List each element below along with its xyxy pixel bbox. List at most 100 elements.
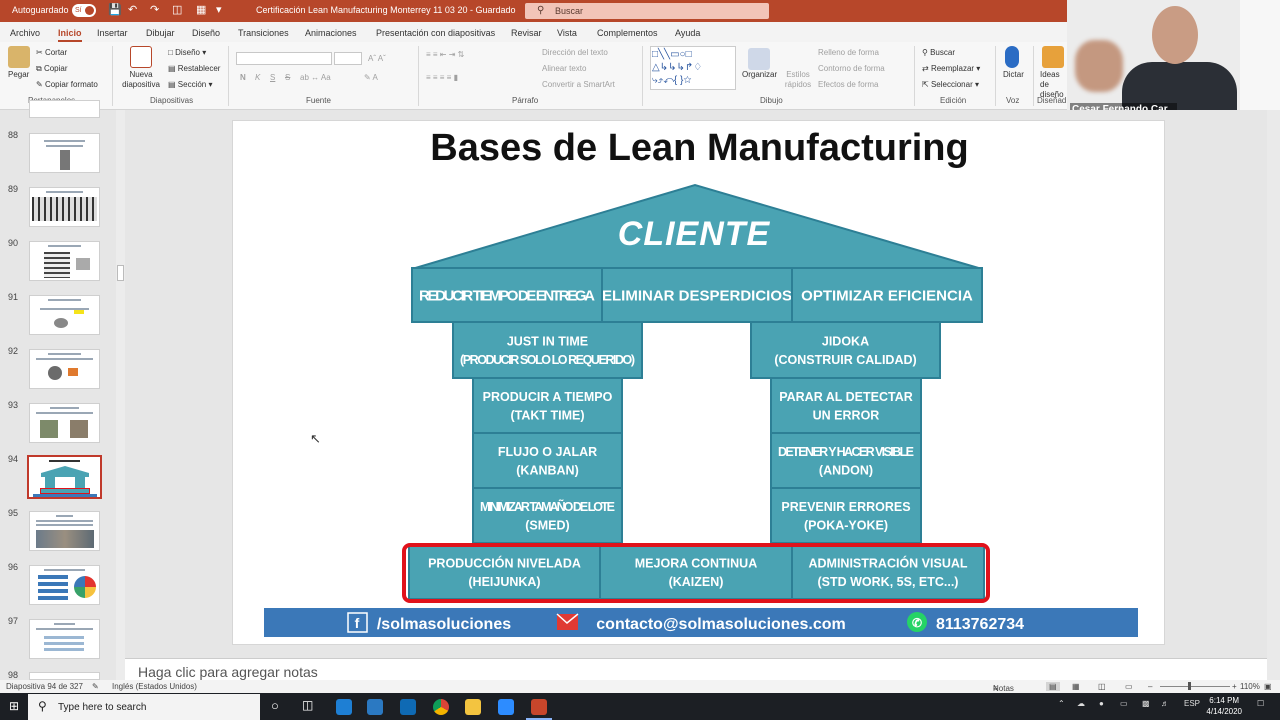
underline-button[interactable]: S	[270, 73, 275, 82]
zoom-slider-thumb[interactable]	[1188, 682, 1191, 690]
notes-pane[interactable]: Haga clic para agregar notas	[125, 658, 1267, 680]
replace-button[interactable]: ⇄ Reemplazar ▾	[922, 64, 980, 73]
windows-start-icon[interactable]: ⊞	[9, 699, 19, 713]
notifications-icon[interactable]: ☐	[1257, 699, 1264, 708]
language-indicator[interactable]: Inglés (Estados Unidos)	[112, 682, 197, 691]
onedrive-icon[interactable]: ☁	[1077, 699, 1085, 708]
format-painter-button[interactable]: ✎ Copiar formato	[36, 80, 98, 89]
autosave-toggle[interactable]: Sí	[72, 4, 96, 17]
zoom-in-button[interactable]: +	[1232, 682, 1237, 691]
slide-thumbnail[interactable]	[29, 565, 100, 605]
align-text-button[interactable]: Alinear texto	[542, 64, 586, 73]
select-button[interactable]: ⇱ Seleccionar ▾	[922, 80, 979, 89]
tab-presentacion[interactable]: Presentación con diapositivas	[376, 28, 495, 38]
slide-thumbnail[interactable]	[29, 241, 100, 281]
slide-thumbnail[interactable]	[29, 349, 100, 389]
document-title[interactable]: Certificación Lean Manufacturing Monterr…	[256, 5, 515, 15]
section-button[interactable]: ▤ Sección ▾	[168, 80, 213, 89]
scrollbar-thumb[interactable]	[117, 265, 124, 281]
font-grow-icon[interactable]: Aˆ Aˇ	[368, 54, 386, 63]
slide-thumbnail[interactable]	[29, 133, 100, 173]
find-button[interactable]: ⚲ Buscar	[922, 48, 955, 57]
zoom-out-button[interactable]: –	[1148, 682, 1152, 691]
zoom-app-icon[interactable]	[498, 699, 514, 715]
bullets-icon[interactable]: ≡ ≡ ⇤ ⇥ ⇅	[426, 50, 464, 59]
font-size-combo[interactable]	[334, 52, 362, 65]
tab-inicio[interactable]: Inicio	[58, 28, 82, 42]
slide-thumbnail[interactable]	[29, 295, 100, 335]
tab-archivo[interactable]: Archivo	[10, 28, 40, 38]
italic-button[interactable]: K	[255, 73, 260, 82]
arrange-icon[interactable]	[748, 48, 770, 70]
zoom-slider[interactable]	[1160, 686, 1230, 687]
zoom-level[interactable]: 110%	[1240, 682, 1260, 691]
chrome-icon[interactable]	[433, 699, 449, 715]
smartart-button[interactable]: Convertir a SmartArt	[542, 80, 615, 89]
slide-thumbnail[interactable]	[29, 403, 100, 443]
strikethrough-button[interactable]: S	[285, 73, 290, 82]
cortana-icon[interactable]: ○	[271, 698, 279, 713]
tab-ayuda[interactable]: Ayuda	[675, 28, 700, 38]
shape-fill-button[interactable]: Relleno de forma	[818, 48, 879, 57]
search-input[interactable]: ⚲ Buscar	[525, 3, 769, 19]
quick-access-icon[interactable]: ▦	[196, 4, 206, 17]
network-icon[interactable]: ▩	[1142, 699, 1150, 708]
highlight-icon[interactable]: ✎ A	[364, 73, 378, 82]
slideshow-view-icon[interactable]: ▭	[1125, 682, 1133, 691]
slide-thumbnail[interactable]	[29, 100, 100, 118]
current-slide[interactable]: Bases de Lean Manufacturing CLIENTE REDUC…	[232, 120, 1165, 645]
normal-view-icon[interactable]: ▤	[1046, 682, 1060, 691]
tab-transiciones[interactable]: Transiciones	[238, 28, 289, 38]
battery-icon[interactable]: ▭	[1120, 699, 1128, 708]
slide-thumbnail[interactable]	[29, 187, 100, 227]
undo-icon[interactable]: ↶	[128, 4, 137, 17]
new-slide-icon[interactable]	[130, 46, 152, 68]
slide-thumbnail[interactable]	[29, 672, 100, 680]
cut-button[interactable]: ✂ Cortar	[36, 48, 67, 57]
shape-effects-button[interactable]: Efectos de forma	[818, 80, 878, 89]
tab-vista[interactable]: Vista	[557, 28, 577, 38]
file-explorer-icon[interactable]	[465, 699, 481, 715]
thumbnail-scrollbar[interactable]	[116, 110, 125, 680]
spellcheck-icon[interactable]: ✎	[92, 682, 99, 691]
tab-diseno[interactable]: Diseño	[192, 28, 220, 38]
slide-thumbnail[interactable]	[29, 511, 100, 551]
copy-button[interactable]: ⧉ Copiar	[36, 64, 68, 74]
tab-dibujar[interactable]: Dibujar	[146, 28, 175, 38]
redo-icon[interactable]: ↷	[150, 4, 159, 17]
bold-button[interactable]: N	[240, 73, 246, 82]
reset-button[interactable]: ▤ Restablecer	[168, 64, 220, 73]
slide-sorter-icon[interactable]: ▦	[1072, 682, 1080, 691]
tray-chevron-icon[interactable]: ⌃	[1058, 699, 1065, 708]
dictate-button[interactable]: Dictar	[1003, 70, 1024, 79]
slide-thumbnail-selected[interactable]	[27, 455, 102, 499]
powerpoint-icon[interactable]	[531, 699, 547, 715]
save-icon[interactable]: 💾	[108, 4, 122, 17]
mail-icon[interactable]	[367, 699, 383, 715]
microphone-icon[interactable]	[1005, 46, 1019, 68]
fit-slide-icon[interactable]: ▣	[1264, 682, 1272, 691]
volume-icon[interactable]: ♬	[1161, 699, 1169, 708]
customize-toolbar-icon[interactable]: ▾	[216, 4, 222, 17]
new-slide-button[interactable]: Nueva diapositiva	[118, 70, 164, 90]
tab-animaciones[interactable]: Animaciones	[305, 28, 357, 38]
task-view-icon[interactable]: ◫	[302, 698, 313, 712]
taskbar-search-input[interactable]: ⚲ Type here to search	[28, 694, 260, 720]
design-ideas-icon[interactable]	[1042, 46, 1064, 68]
reading-view-icon[interactable]: ◫	[1098, 682, 1106, 691]
shape-outline-button[interactable]: Contorno de forma	[818, 64, 885, 73]
microphone-tray-icon[interactable]: ●	[1099, 699, 1104, 708]
slide-thumbnail[interactable]	[29, 619, 100, 659]
layout-button[interactable]: □ Diseño ▾	[168, 48, 206, 57]
system-clock[interactable]: 6:14 PM 4/14/2020	[1206, 695, 1242, 717]
paste-icon[interactable]	[8, 46, 30, 68]
edge-icon[interactable]	[336, 699, 352, 715]
start-slideshow-icon[interactable]: ◫	[172, 4, 182, 17]
input-language[interactable]: ESP	[1184, 699, 1200, 708]
quick-styles-button[interactable]: Estilos rápidos	[782, 70, 814, 90]
tab-insertar[interactable]: Insertar	[97, 28, 128, 38]
font-name-combo[interactable]	[236, 52, 332, 65]
paste-button[interactable]: Pegar	[8, 70, 29, 79]
tab-complementos[interactable]: Complementos	[597, 28, 658, 38]
tab-revisar[interactable]: Revisar	[511, 28, 542, 38]
